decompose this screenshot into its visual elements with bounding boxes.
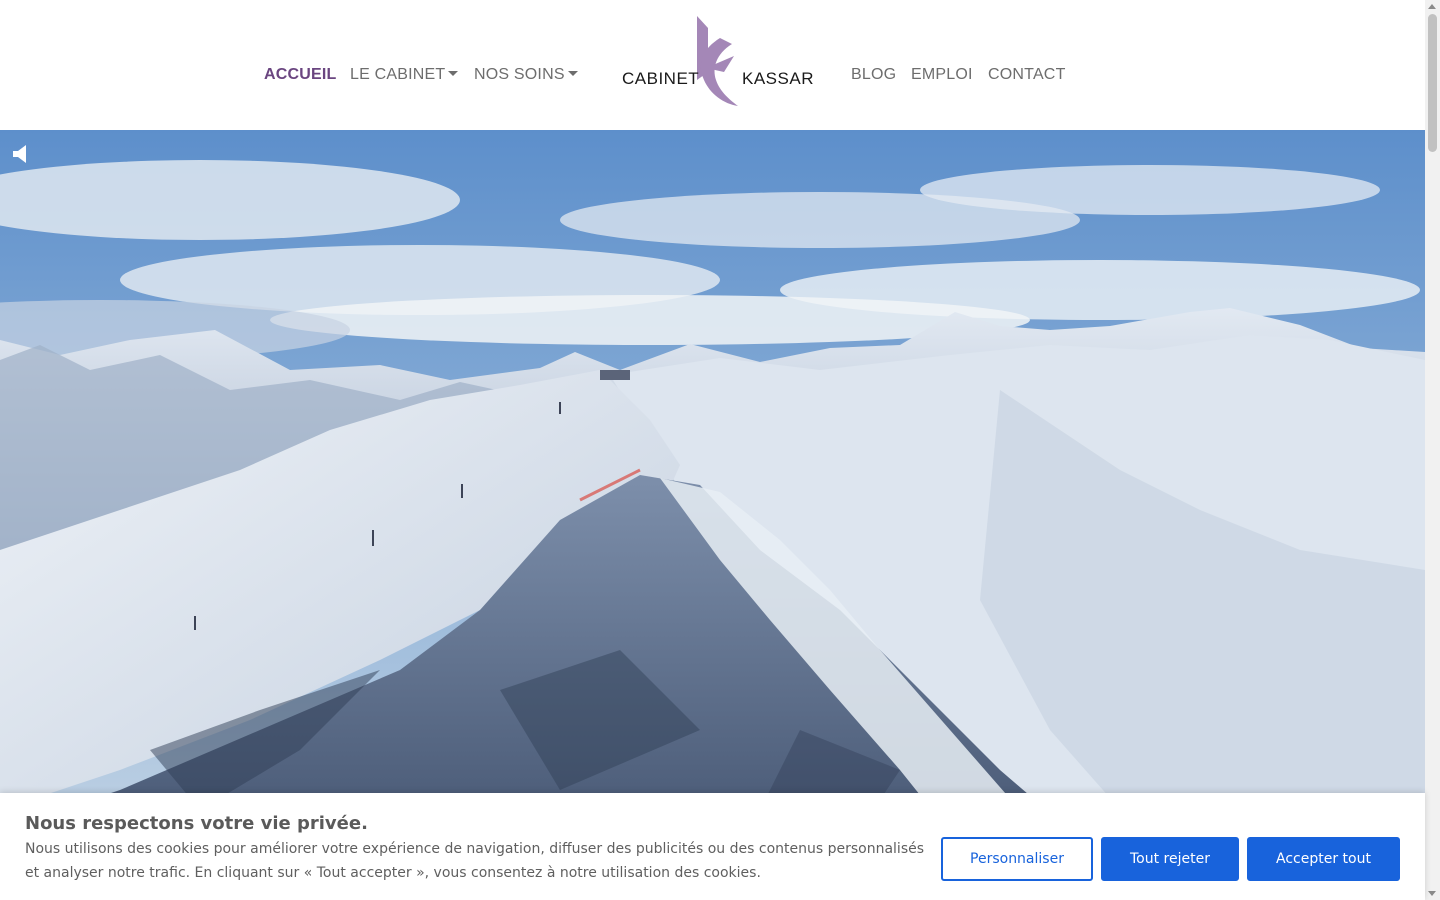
chevron-down-icon: [567, 70, 578, 76]
hero-video[interactable]: [0, 130, 1425, 900]
reject-all-button[interactable]: Tout rejeter: [1101, 837, 1239, 881]
cookie-title: Nous respectons votre vie privée.: [25, 813, 368, 834]
logo-word-cabinet: CABINET: [622, 69, 700, 88]
logo-word-kassar: KASSAR: [742, 69, 814, 88]
customize-button[interactable]: Personnaliser: [941, 837, 1093, 881]
mountain-scene: [0, 130, 1425, 900]
scroll-down-icon[interactable]: [1428, 891, 1436, 896]
nav-accueil[interactable]: ACCUEIL: [264, 66, 337, 84]
nav-nos-soins-label: NOS SOINS: [474, 66, 565, 83]
logo[interactable]: CABINET KASSAR: [620, 14, 813, 110]
nav-contact[interactable]: CONTACT: [988, 66, 1066, 84]
cookie-banner: Nous respectons votre vie privée. Nous u…: [0, 793, 1425, 900]
speaker-muted-icon[interactable]: [12, 144, 28, 164]
nav-le-cabinet-label: LE CABINET: [350, 66, 446, 83]
nav-nos-soins[interactable]: NOS SOINS: [474, 66, 578, 84]
nav-blog[interactable]: BLOG: [851, 66, 896, 84]
nav-le-cabinet[interactable]: LE CABINET: [350, 66, 459, 84]
cookie-text: Nous utilisons des cookies pour améliore…: [25, 841, 925, 881]
page-scrollbar[interactable]: [1425, 0, 1440, 900]
accept-all-button[interactable]: Accepter tout: [1247, 837, 1400, 881]
scroll-up-icon[interactable]: [1428, 4, 1436, 9]
scroll-thumb[interactable]: [1428, 14, 1437, 152]
logo-mark-icon: [697, 16, 738, 106]
chevron-down-icon: [448, 70, 459, 76]
site-header: ACCUEIL LE CABINET NOS SOINS CABINET KAS…: [0, 0, 1425, 130]
nav-emploi[interactable]: EMPLOI: [911, 66, 973, 84]
